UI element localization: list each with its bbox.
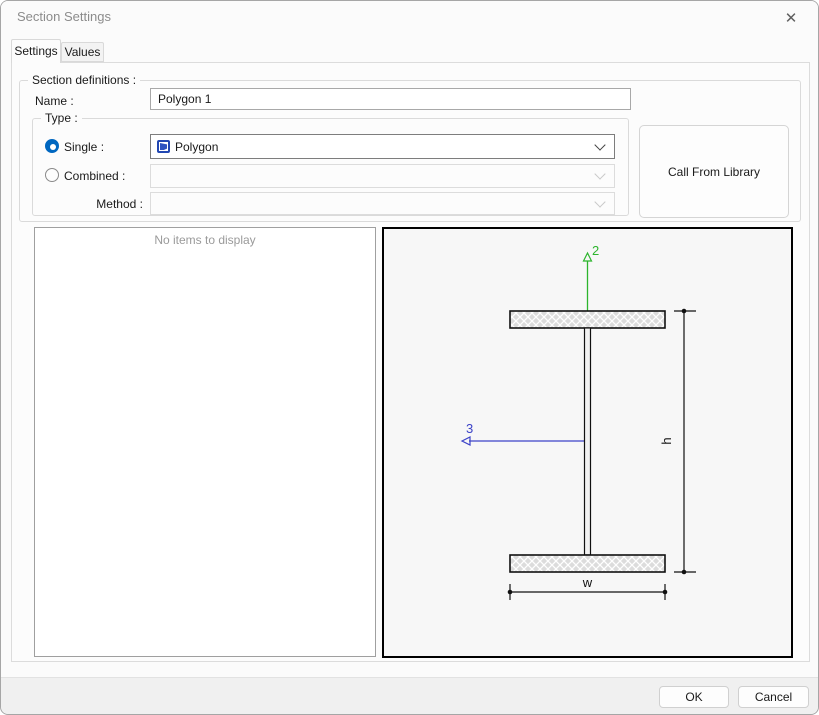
dim-w-dot-left xyxy=(508,590,513,595)
axis-2-label: 2 xyxy=(592,243,599,258)
empty-list-text: No items to display xyxy=(35,233,375,247)
polygon-icon xyxy=(157,140,170,153)
chevron-down-icon xyxy=(594,168,605,179)
bottom-flange xyxy=(510,555,665,572)
combined-radio[interactable] xyxy=(45,168,59,182)
dim-h-dot-bottom xyxy=(682,570,687,575)
settings-tab-page: Section definitions : Name : Type : Sing… xyxy=(11,62,810,662)
tab-values[interactable]: Values xyxy=(61,42,104,62)
title-bar: Section Settings ✕ xyxy=(1,1,818,33)
single-type-combobox[interactable]: Polygon xyxy=(150,134,615,159)
axis-2-arrow-icon xyxy=(584,253,592,261)
tab-settings[interactable]: Settings xyxy=(11,39,61,63)
combined-type-combobox[interactable] xyxy=(150,164,615,188)
name-label: Name : xyxy=(35,94,74,108)
sections-list[interactable]: No items to display xyxy=(34,227,376,657)
axis-3-arrow-icon xyxy=(462,437,470,445)
single-radio[interactable] xyxy=(45,139,59,153)
name-input[interactable] xyxy=(150,88,631,110)
method-combobox[interactable] xyxy=(150,192,615,215)
method-label: Method : xyxy=(59,197,143,211)
dim-h-label: h xyxy=(659,437,674,444)
web xyxy=(585,328,591,555)
dim-w-label: w xyxy=(582,575,593,590)
chevron-down-icon xyxy=(594,196,605,207)
dialog-title: Section Settings xyxy=(17,1,111,33)
type-group-label: Type : xyxy=(41,111,82,125)
dim-h-dot-top xyxy=(682,309,687,314)
cancel-button[interactable]: Cancel xyxy=(738,686,809,708)
section-definitions-group-label: Section definitions : xyxy=(28,73,140,87)
close-icon[interactable]: ✕ xyxy=(778,7,804,29)
combined-radio-label: Combined : xyxy=(64,169,125,183)
single-radio-label: Single : xyxy=(64,140,104,154)
axis-3-label: 3 xyxy=(466,421,473,436)
section-settings-dialog: Section Settings ✕ Settings Values Secti… xyxy=(0,0,819,715)
dim-w-dot-right xyxy=(663,590,668,595)
section-preview-pane: 2 3 h xyxy=(382,227,793,658)
call-from-library-button[interactable]: Call From Library xyxy=(639,125,789,218)
i-beam-diagram: 2 3 h xyxy=(384,229,791,656)
chevron-down-icon xyxy=(594,139,605,150)
single-type-value: Polygon xyxy=(175,140,218,154)
ok-button[interactable]: OK xyxy=(659,686,729,708)
top-flange xyxy=(510,311,665,328)
